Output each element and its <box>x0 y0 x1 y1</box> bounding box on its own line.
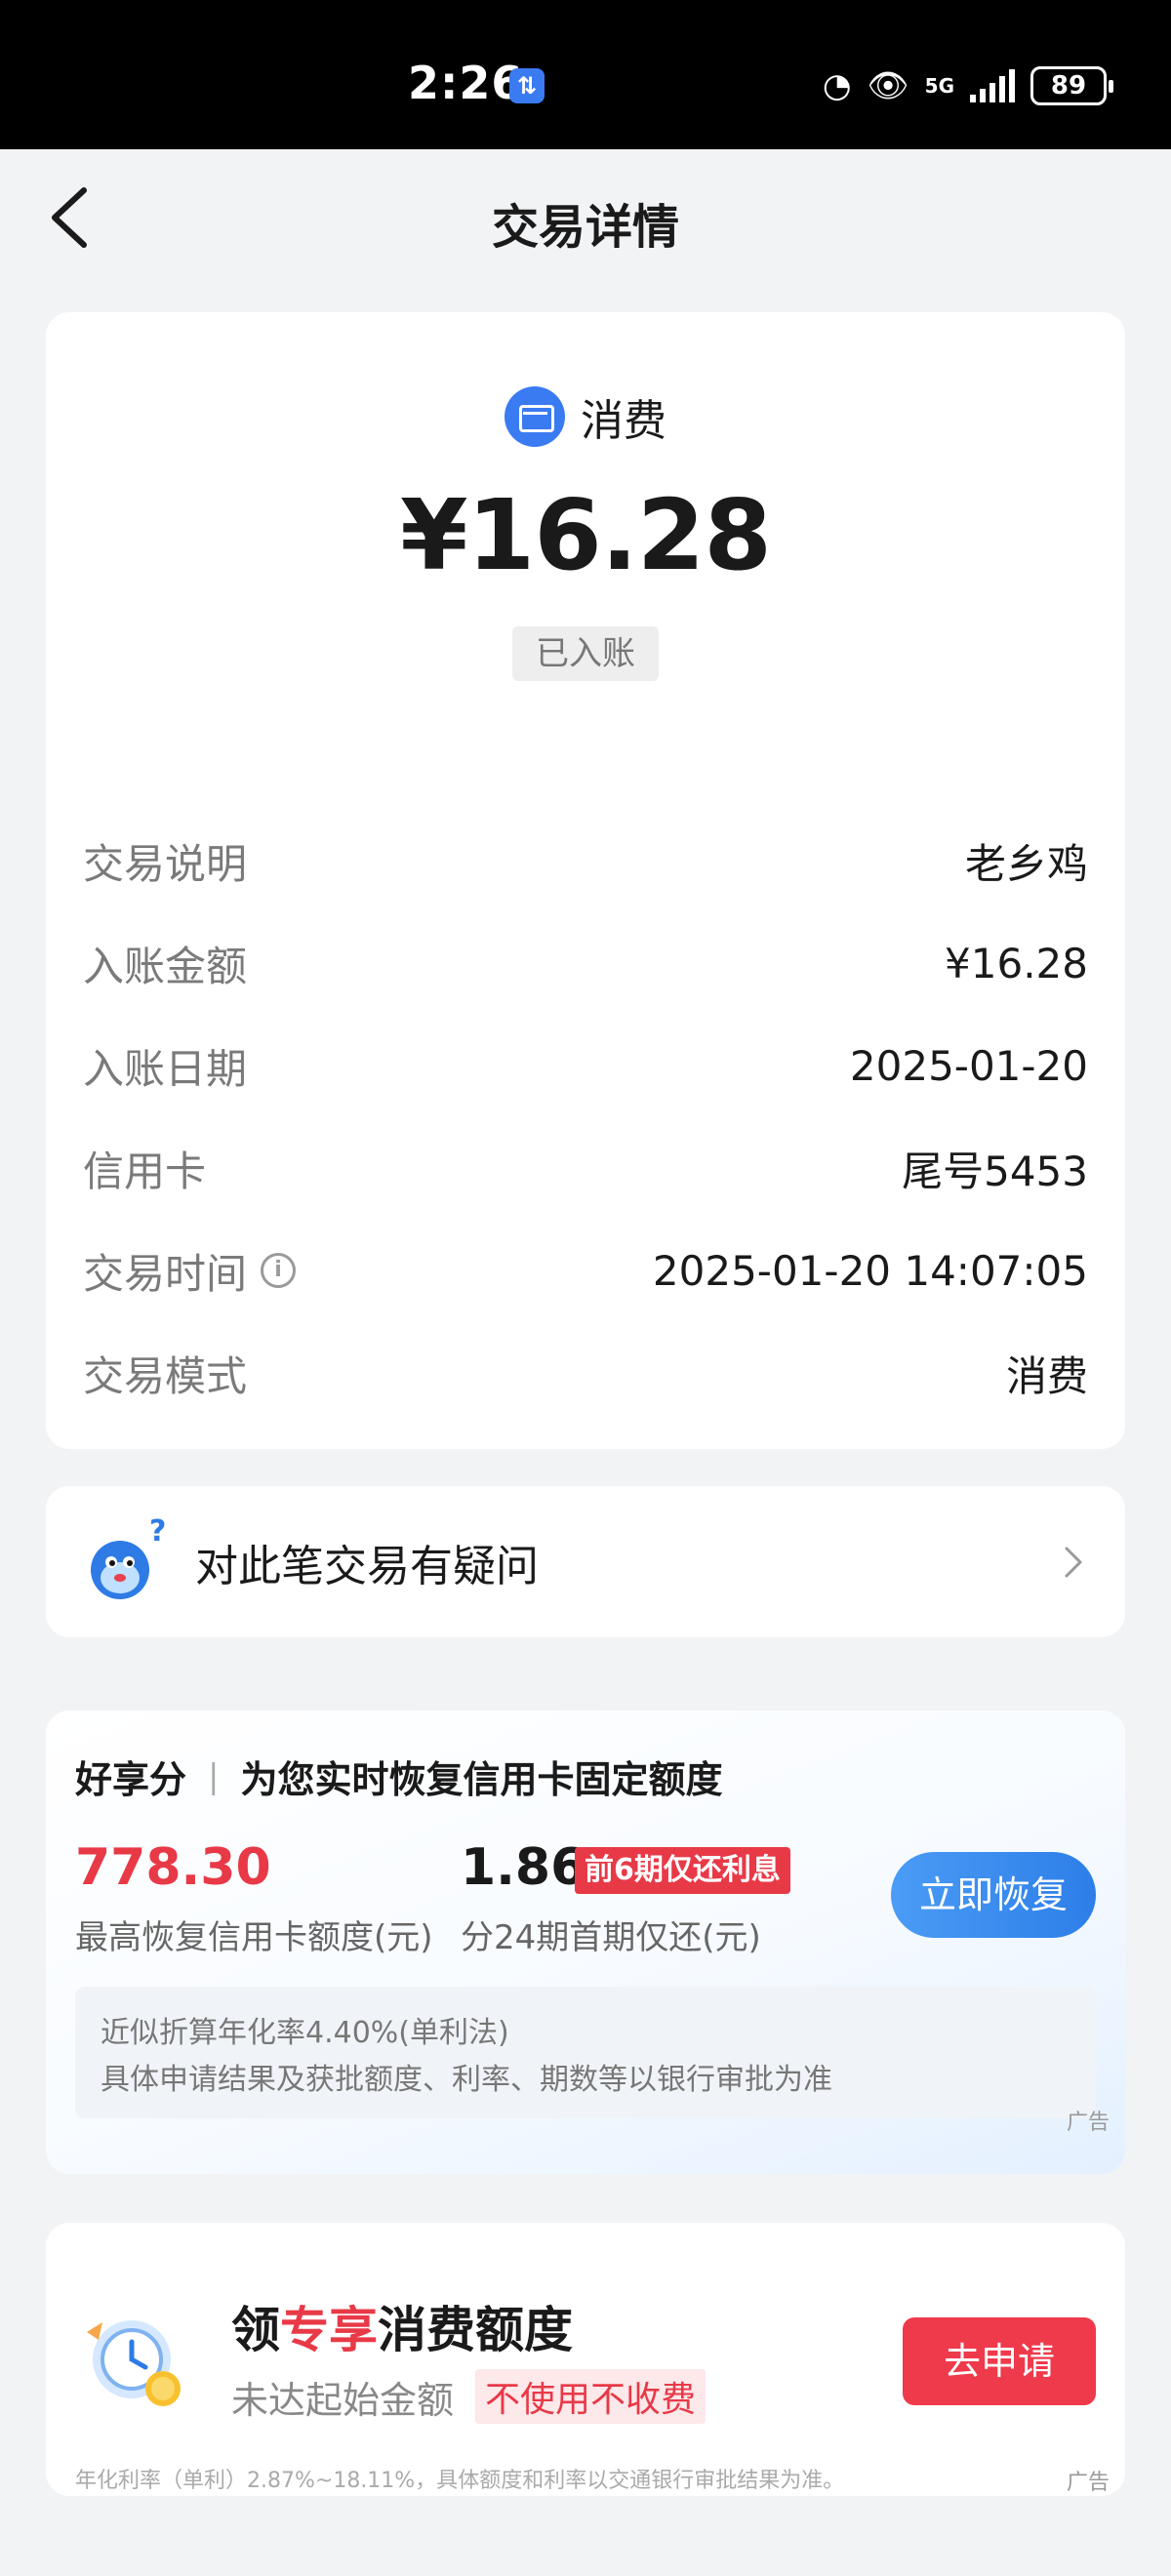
detail-value: 2025-01-20 <box>849 1041 1088 1090</box>
network-type: 5G <box>924 74 954 98</box>
detail-value: ¥16.28 <box>945 939 1088 987</box>
hd-call-icon: ◔ <box>822 66 852 105</box>
detail-row-credit-card: 信用卡 尾号5453 <box>83 1139 1088 1197</box>
detail-label: 入账金额 <box>83 942 248 990</box>
transaction-type: 消费 <box>46 385 1125 448</box>
mascot-icon: ? <box>91 1514 166 1599</box>
detail-value: 尾号5453 <box>902 1147 1088 1195</box>
transaction-amount: ¥16.28 <box>400 478 772 592</box>
detail-value: 2025-01-20 14:07:05 <box>652 1246 1088 1295</box>
detail-label: 入账日期 <box>83 1044 248 1093</box>
transaction-card: 消费 ¥16.28 已入账 交易说明 老乡鸡 入账金额 ¥16.28 入账日期 … <box>46 312 1125 1449</box>
interest-only-tag: 前6期仅还利息 <box>575 1847 790 1894</box>
detail-label-with-info: 交易时间 i <box>83 1241 297 1301</box>
ad2-title-pre: 领 <box>231 2302 280 2358</box>
status-time: 2:26 <box>408 57 524 109</box>
ad2-footnote: 年化利率（单利）2.87%~18.11%，具体额度和利率以交通银行审批结果为准。 <box>75 2469 845 2493</box>
header: 交易详情 <box>0 149 1171 286</box>
svg-text:?: ? <box>149 1514 166 1549</box>
ad2-free-badge: 不使用不收费 <box>475 2369 707 2424</box>
chevron-right-icon <box>1065 1547 1082 1578</box>
ad1-title: 好享分 | 为您实时恢复信用卡固定额度 <box>75 1750 723 1803</box>
status-badge: 已入账 <box>512 626 659 681</box>
ad1-disclaimer-line: 近似折算年化率4.40%(单利法) <box>101 2016 509 2050</box>
detail-label: 交易模式 <box>83 1351 248 1400</box>
detail-row-description: 交易说明 老乡鸡 <box>83 831 1088 890</box>
apply-button[interactable]: 去申请 <box>903 2317 1096 2405</box>
detail-label: 交易说明 <box>83 839 248 888</box>
restore-now-button[interactable]: 立即恢复 <box>891 1852 1096 1938</box>
detail-row-transaction-time: 交易时间 i 2025-01-20 14:07:05 <box>83 1241 1088 1300</box>
consumer-credit-ad-card[interactable]: 领专享消费额度 未达起始金额 不使用不收费 去申请 年化利率（单利）2.87%~… <box>46 2223 1125 2496</box>
info-icon[interactable]: i <box>261 1253 297 1288</box>
ad1-disclaimer-line: 具体申请结果及获批额度、利率、期数等以银行审批为准 <box>101 2063 832 2097</box>
rocket-coin-icon <box>87 2320 181 2406</box>
eye-comfort-icon: 👁 <box>867 66 909 105</box>
battery-icon: 89 <box>1030 66 1113 105</box>
detail-label: 交易时间 <box>83 1249 248 1298</box>
ad1-headline: 为您实时恢复信用卡固定额度 <box>240 1758 723 1801</box>
status-bar: 2:26 ⇅ ◔ 👁 5G 89 <box>0 0 1171 149</box>
ad2-title: 领专享消费额度 <box>231 2291 573 2361</box>
credit-card-icon <box>505 386 565 447</box>
detail-value: 消费 <box>1005 1351 1088 1400</box>
dispute-transaction-row[interactable]: ? 对此笔交易有疑问 <box>46 1486 1125 1637</box>
ad2-title-highlight: 专享 <box>280 2302 378 2358</box>
dispute-text: 对此笔交易有疑问 <box>195 1542 539 1591</box>
ad2-subtitle-row: 未达起始金额 不使用不收费 <box>231 2369 707 2424</box>
credit-restore-ad-card[interactable]: 好享分 | 为您实时恢复信用卡固定额度 778.30 最高恢复信用卡额度(元) … <box>46 1711 1125 2174</box>
max-limit-label: 最高恢复信用卡额度(元) <box>75 1918 433 1957</box>
ad2-subtitle: 未达起始金额 <box>231 2378 455 2422</box>
detail-row-posted-date: 入账日期 2025-01-20 <box>83 1036 1088 1095</box>
detail-row-posted-amount: 入账金额 ¥16.28 <box>83 934 1088 992</box>
status-indicators: ◔ 👁 5G 89 <box>822 62 1113 109</box>
detail-label: 信用卡 <box>83 1147 207 1195</box>
data-sync-icon: ⇅ <box>509 68 545 103</box>
ad2-title-post: 消费额度 <box>378 2302 573 2358</box>
ad-label: 广告 <box>1066 2111 1110 2135</box>
ad1-disclaimer: 近似折算年化率4.40%(单利法) 具体申请结果及获批额度、利率、期数等以银行审… <box>75 1987 1096 2118</box>
detail-row-transaction-mode: 交易模式 消费 <box>83 1344 1088 1402</box>
first-installment-label: 分24期首期仅还(元) <box>461 1918 761 1957</box>
transaction-type-label: 消费 <box>581 396 666 446</box>
signal-icon <box>970 69 1015 102</box>
detail-value: 老乡鸡 <box>964 839 1088 888</box>
max-limit-value: 778.30 <box>75 1838 271 1897</box>
ad1-separator: | <box>208 1756 220 1796</box>
first-installment-value: 1.86 <box>461 1838 586 1897</box>
ad-label: 广告 <box>1066 2471 1110 2495</box>
page-title: 交易详情 <box>491 200 679 255</box>
ad1-brand: 好享分 <box>75 1758 187 1801</box>
